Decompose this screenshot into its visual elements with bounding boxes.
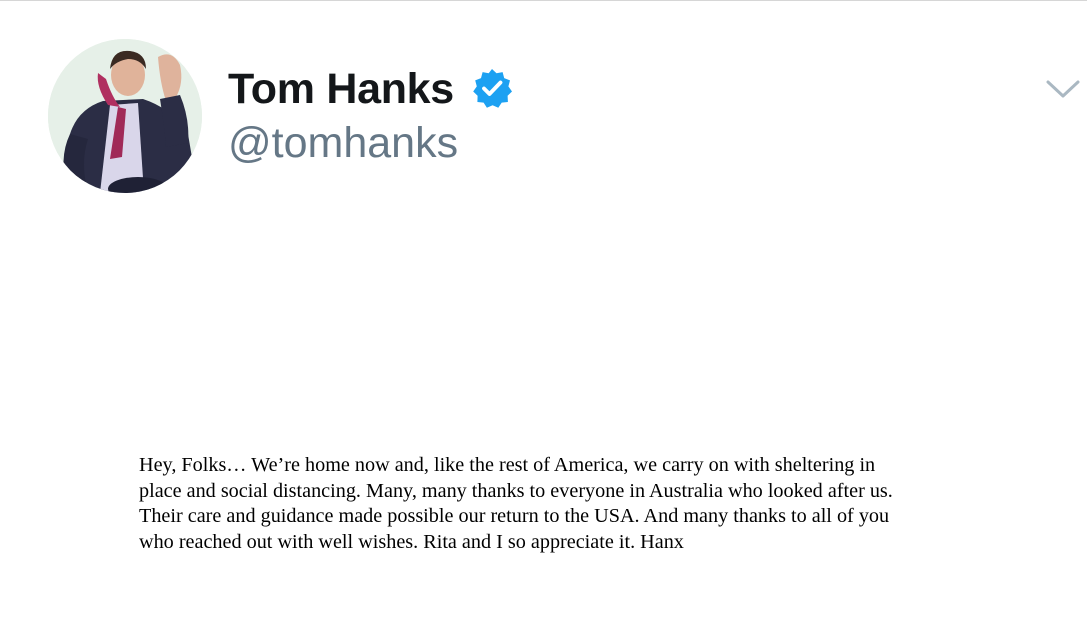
tweet-statement-image: Hey, Folks… We’re home now and, like the… — [139, 453, 979, 555]
user-handle[interactable]: @tomhanks — [228, 119, 458, 167]
chevron-down-icon[interactable] — [1043, 73, 1083, 103]
avatar[interactable] — [48, 39, 202, 193]
statement-line: who reached out with well wishes. Rita a… — [139, 530, 684, 553]
tweet-card: Tom Hanks @tomhanks Hey, Folks… We’re ho… — [0, 0, 1087, 644]
verified-badge-icon — [471, 67, 513, 109]
statement-line: place and social distancing. Many, many … — [139, 479, 893, 502]
avatar-photo — [48, 39, 202, 193]
statement-line: Their care and guidance made possible ou… — [139, 505, 890, 527]
statement-line: Hey, Folks… We’re home now and, like the… — [139, 454, 876, 476]
display-name[interactable]: Tom Hanks — [228, 65, 454, 113]
